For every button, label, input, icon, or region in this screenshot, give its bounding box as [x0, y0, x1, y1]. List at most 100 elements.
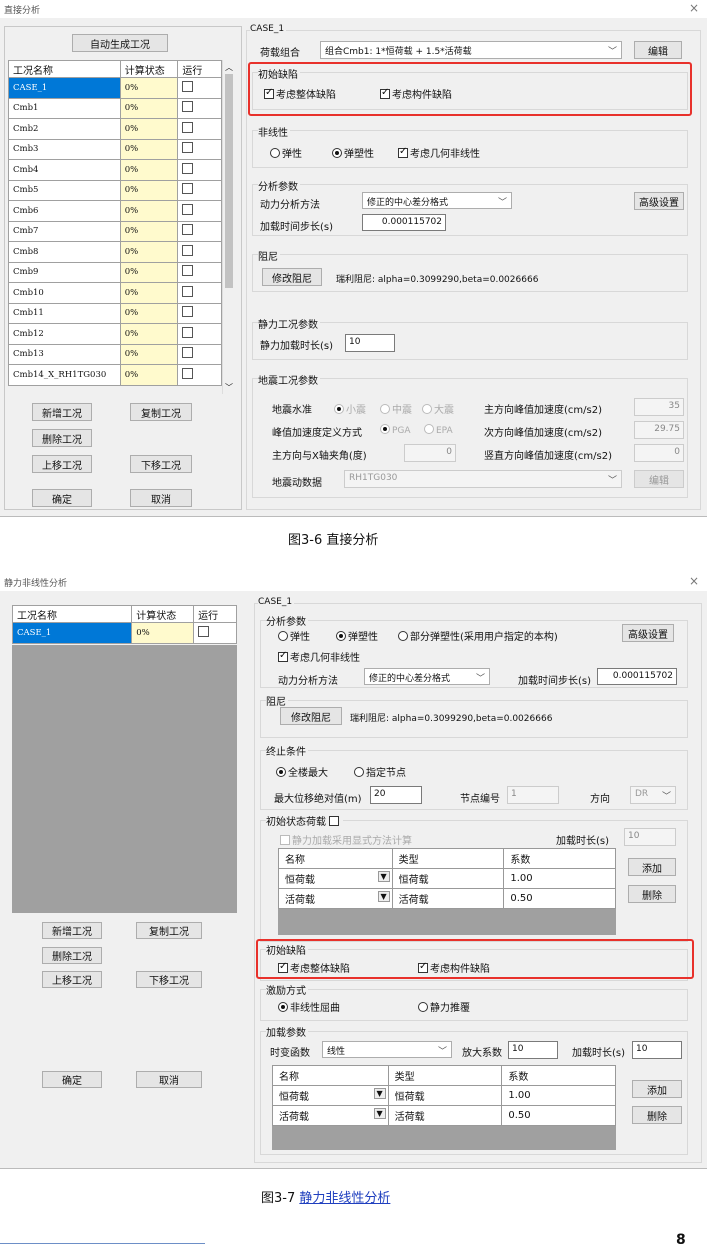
level-minor-radio[interactable]: 小震	[334, 401, 366, 416]
dropdown-arrow-icon[interactable]: ▼	[373, 1088, 386, 1099]
col-status[interactable]: 计算状态	[119, 60, 179, 78]
copy-case-button[interactable]: 复制工况	[136, 922, 202, 939]
add-case-button[interactable]: 新增工况	[32, 403, 92, 421]
load-coef-cell[interactable]: 0.50	[501, 1105, 616, 1126]
method-select[interactable]: 修正的中心差分格式 ﹀	[364, 668, 490, 685]
vert-acc-input[interactable]: 0	[634, 444, 684, 462]
table-row[interactable]: Cmb14_X_RH1TG030 0%	[8, 364, 222, 386]
close-icon[interactable]: ×	[689, 1, 699, 15]
case-run-cell[interactable]	[177, 220, 222, 242]
table-row[interactable]: Cmb7 0%	[8, 220, 222, 242]
case-name-cell[interactable]: Cmb6	[8, 200, 121, 222]
advanced-settings-button[interactable]: 高级设置	[622, 624, 674, 642]
case-table[interactable]: 工况名称 计算状态 运行 CASE_1 0%	[11, 605, 237, 644]
case-name-cell[interactable]: Cmb11	[8, 302, 121, 324]
delete-case-button[interactable]: 删除工况	[42, 947, 102, 964]
col-name[interactable]: 名称	[272, 1065, 389, 1086]
checkbox-icon[interactable]	[182, 265, 194, 277]
case-run-cell[interactable]	[177, 241, 222, 263]
col-coef[interactable]: 系数	[501, 1065, 616, 1086]
table-row[interactable]: 恒荷载 ▼ 恒荷载 1.00	[278, 868, 616, 889]
partial-elastoplastic-radio[interactable]: 部分弹塑性(采用用户指定的本构)	[398, 628, 558, 643]
move-up-button[interactable]: 上移工况	[32, 455, 92, 473]
col-case-name[interactable]: 工况名称	[8, 60, 121, 78]
case-name-cell[interactable]: Cmb12	[8, 323, 121, 345]
load-coef-cell[interactable]: 1.00	[503, 868, 616, 889]
buckling-radio[interactable]: 非线性屈曲	[278, 999, 340, 1014]
table-row[interactable]: Cmb6 0%	[8, 200, 222, 222]
checkbox-icon[interactable]	[182, 142, 194, 154]
loading-add-button[interactable]: 添加	[632, 1080, 682, 1098]
checkbox-icon[interactable]	[329, 816, 340, 826]
direction-select[interactable]: DR ﹀	[630, 786, 676, 804]
modify-damping-button[interactable]: 修改阻尼	[262, 268, 322, 286]
checkbox-icon[interactable]	[182, 224, 194, 236]
case-run-cell[interactable]	[177, 118, 222, 140]
case-name-cell[interactable]: Cmb3	[8, 138, 121, 160]
move-up-button[interactable]: 上移工况	[42, 971, 102, 988]
sec-acc-input[interactable]: 29.75	[634, 421, 684, 439]
case-run-cell[interactable]	[177, 343, 222, 365]
checkbox-icon[interactable]	[182, 306, 194, 318]
case-run-cell[interactable]	[177, 159, 222, 181]
advanced-settings-button[interactable]: 高级设置	[634, 192, 684, 210]
level-moderate-radio[interactable]: 中震	[380, 401, 412, 416]
main-acc-input[interactable]: 35	[634, 398, 684, 416]
dropdown-arrow-icon[interactable]: ▼	[377, 891, 390, 902]
scroll-thumb[interactable]	[225, 74, 233, 288]
table-row[interactable]: Cmb2 0%	[8, 118, 222, 140]
close-icon[interactable]: ×	[689, 574, 699, 588]
table-row[interactable]: 恒荷载 ▼ 恒荷载 1.00	[272, 1085, 616, 1106]
case-name-cell[interactable]: Cmb9	[8, 261, 121, 283]
scroll-down-icon[interactable]: ﹀	[225, 382, 233, 393]
case-run-cell[interactable]	[177, 179, 222, 201]
level-major-radio[interactable]: 大震	[422, 401, 454, 416]
checkbox-icon[interactable]	[182, 347, 194, 359]
col-name[interactable]: 名称	[278, 848, 393, 869]
table-row[interactable]: Cmb8 0%	[8, 241, 222, 263]
geometric-nonlinear-checkbox[interactable]: 考虑几何非线性	[278, 649, 360, 664]
table-row[interactable]: CASE_1 0%	[8, 77, 222, 99]
case-run-cell[interactable]	[177, 323, 222, 345]
dropdown-arrow-icon[interactable]: ▼	[373, 1108, 386, 1119]
load-name-cell[interactable]: 活荷载 ▼	[272, 1105, 389, 1126]
time-func-select[interactable]: 线性 ﹀	[322, 1041, 452, 1058]
ok-button[interactable]: 确定	[32, 489, 92, 507]
load-name-cell[interactable]: 恒荷载 ▼	[272, 1085, 389, 1106]
table-row[interactable]: Cmb11 0%	[8, 302, 222, 324]
case-name-cell[interactable]: CASE_1	[11, 622, 133, 644]
load-coef-cell[interactable]: 1.00	[501, 1085, 616, 1106]
case-run-cell[interactable]	[177, 282, 222, 304]
edit-combo-button[interactable]: 编辑	[634, 41, 682, 59]
method-select[interactable]: 修正的中心差分格式 ﹀	[362, 192, 512, 209]
checkbox-icon[interactable]	[182, 101, 194, 113]
case-run-cell[interactable]	[177, 97, 222, 119]
load-combo-select[interactable]: 组合Cmb1: 1*恒荷载 + 1.5*活荷载 ﹀	[320, 41, 622, 59]
case-run-cell[interactable]	[177, 138, 222, 160]
col-run[interactable]: 运行	[193, 605, 237, 623]
col-type[interactable]: 类型	[387, 1065, 503, 1086]
table-row[interactable]: Cmb10 0%	[8, 282, 222, 304]
case-run-cell[interactable]	[177, 200, 222, 222]
case-run-cell[interactable]	[193, 622, 237, 644]
explicit-checkbox[interactable]: 静力加载采用显式方法计算	[280, 832, 412, 847]
loading-time-input[interactable]: 10	[632, 1041, 682, 1059]
step-input[interactable]: 0.000115702	[362, 214, 446, 231]
case-run-cell[interactable]	[177, 77, 222, 99]
load-name-cell[interactable]: 活荷载 ▼	[278, 888, 393, 909]
static-duration-input[interactable]: 10	[345, 334, 395, 352]
case-name-cell[interactable]: Cmb2	[8, 118, 121, 140]
elastic-radio[interactable]: 弹性	[270, 145, 302, 160]
pga-radio[interactable]: PGA	[380, 424, 411, 436]
checkbox-icon[interactable]	[182, 121, 194, 133]
table-row[interactable]: Cmb5 0%	[8, 179, 222, 201]
table-row[interactable]: 活荷载 ▼ 活荷载 0.50	[278, 888, 616, 909]
checkbox-icon[interactable]	[182, 183, 194, 195]
case-name-cell[interactable]: Cmb14_X_RH1TG030	[8, 364, 121, 386]
pushover-radio[interactable]: 静力推覆	[418, 999, 470, 1014]
initial-load-time-input[interactable]: 10	[624, 828, 676, 846]
case-name-cell[interactable]: Cmb5	[8, 179, 121, 201]
elastoplastic-radio[interactable]: 弹塑性	[332, 145, 374, 160]
case-name-cell[interactable]: Cmb7	[8, 220, 121, 242]
ok-button[interactable]: 确定	[42, 1071, 102, 1088]
